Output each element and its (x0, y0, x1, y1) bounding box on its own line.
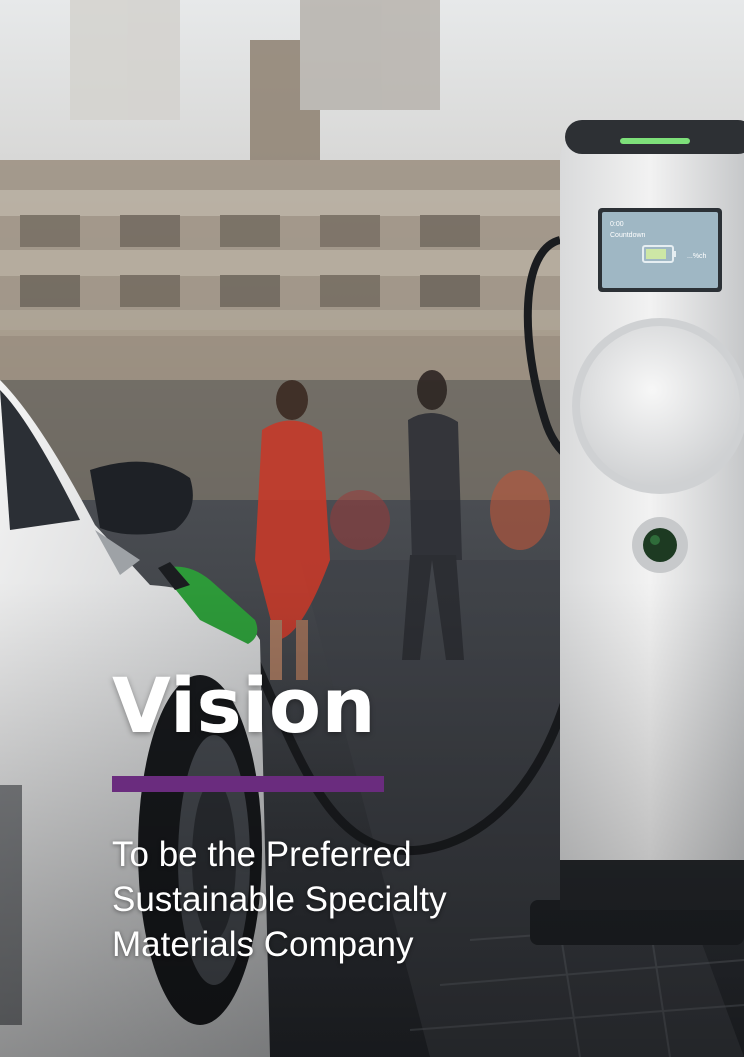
accent-bar (112, 776, 384, 792)
vision-statement: To be the Preferred Sustainable Specialt… (112, 832, 532, 967)
vision-statement-line: Sustainable Specialty (112, 880, 447, 919)
vision-slide: 0:00 Countdown ...%ch Vision To be the P… (0, 0, 744, 1057)
charger-screen-line2: Countdown (610, 232, 646, 239)
vision-statement-line: To be the Preferred (112, 835, 412, 874)
charger-screen-value: ...%ch (687, 253, 707, 260)
vision-title: Vision (112, 661, 377, 750)
charger-screen-line1: 0:00 (610, 221, 624, 228)
vision-statement-line: Materials Company (112, 925, 414, 964)
